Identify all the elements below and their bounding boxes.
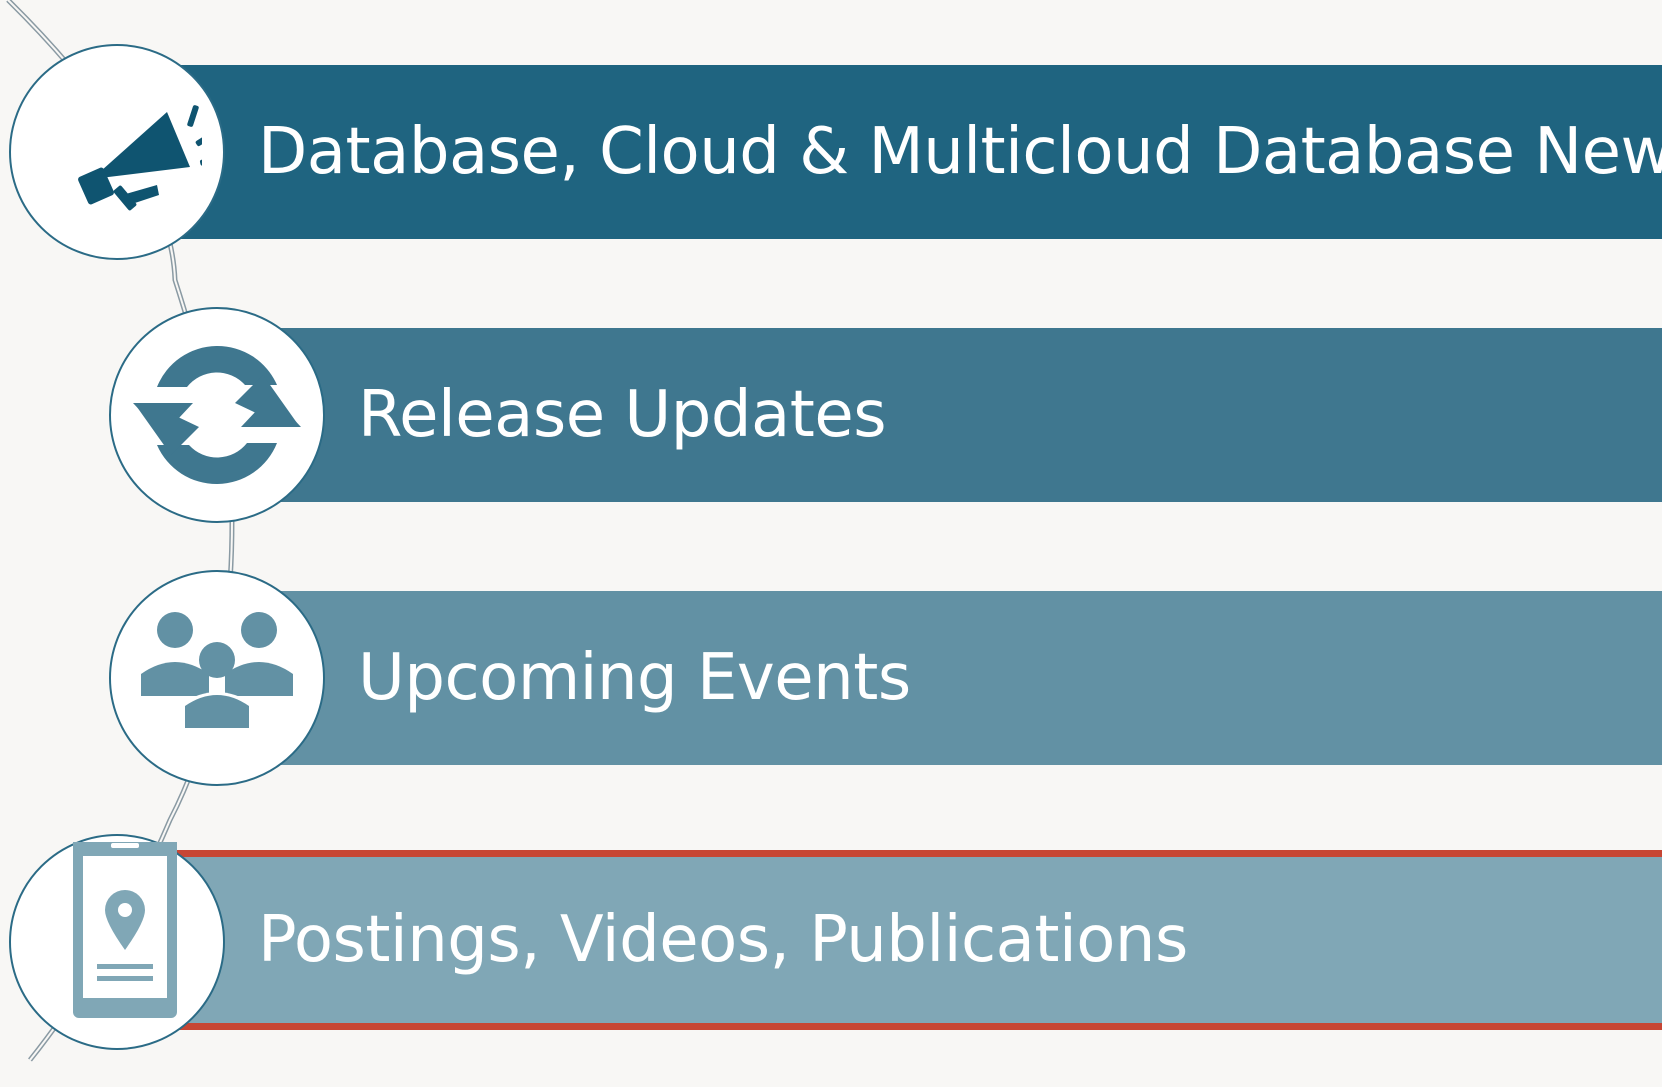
megaphone-icon [78, 105, 202, 211]
people-group-icon [141, 612, 293, 730]
postings-label: Postings, Videos, Publications [258, 903, 1188, 977]
infographic: Database, Cloud & Multicloud Database Ne… [0, 0, 1662, 1087]
release-updates-band[interactable]: Release Updates [260, 328, 1662, 502]
upcoming-events-label: Upcoming Events [358, 641, 911, 715]
postings-band[interactable]: Postings, Videos, Publications [160, 850, 1662, 1030]
news-label: Database, Cloud & Multicloud Database Ne… [258, 115, 1662, 189]
news-icon-circle [9, 44, 225, 260]
mobile-location-icon [73, 842, 177, 1018]
release-updates-icon-circle [109, 307, 325, 523]
upcoming-events-icon-circle [109, 570, 325, 786]
refresh-icon [133, 345, 301, 485]
upcoming-events-band[interactable]: Upcoming Events [260, 591, 1662, 765]
release-updates-label: Release Updates [358, 378, 887, 452]
news-band[interactable]: Database, Cloud & Multicloud Database Ne… [160, 65, 1662, 239]
postings-icon-circle [9, 834, 225, 1050]
